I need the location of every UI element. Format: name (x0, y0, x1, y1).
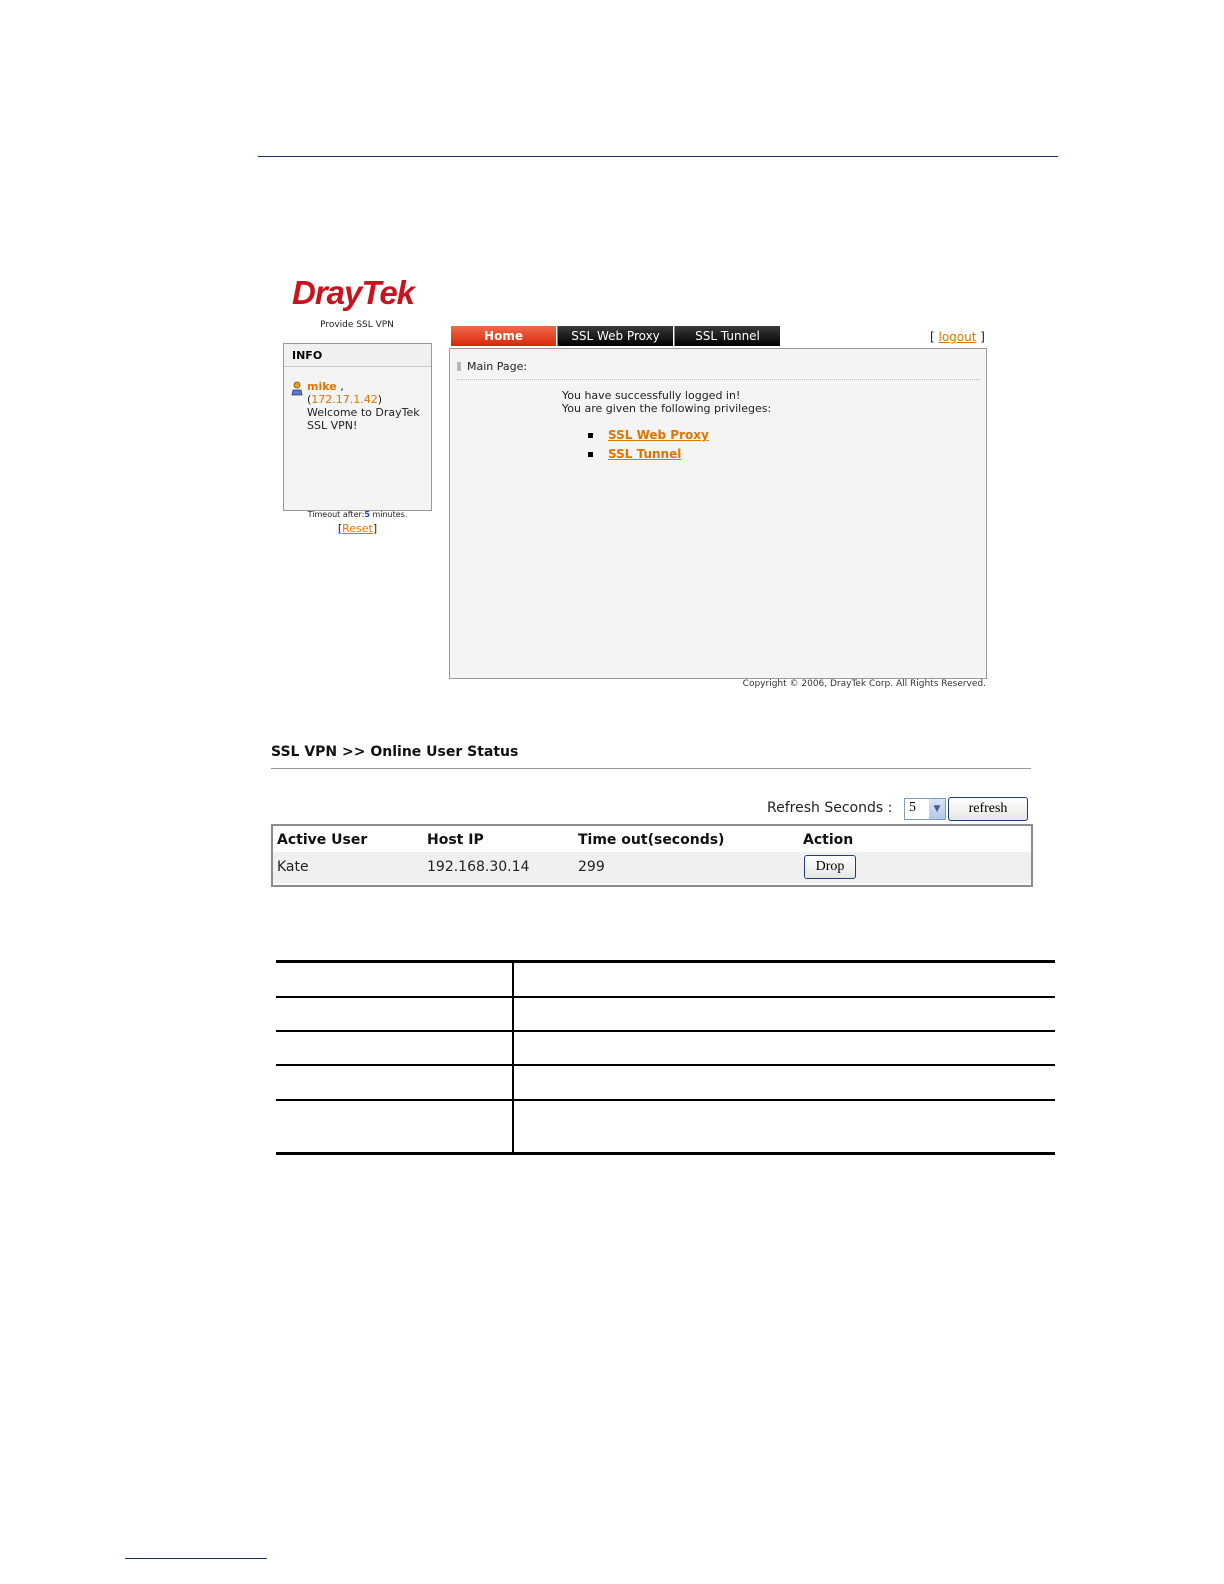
page-footer-rule (125, 1558, 267, 1559)
main-panel: Main Page: You have successfully logged … (449, 348, 987, 679)
cell-timeout: 299 (578, 859, 605, 875)
user-icon (291, 381, 303, 396)
refresh-button[interactable]: refresh (948, 797, 1028, 821)
table-row-divider (276, 1099, 1055, 1101)
welcome-line-2: SSL VPN! (307, 419, 358, 432)
timeout-notice: Timeout after:5 minutes. (283, 510, 432, 519)
label-marker-icon (457, 362, 461, 371)
login-message-1: You have successfully logged in! (562, 389, 741, 402)
column-header-active-user: Active User (277, 832, 368, 848)
logo-tagline: Provide SSL VPN (320, 320, 394, 330)
page-header-rule (258, 156, 1058, 157)
info-title: INFO (292, 349, 323, 362)
logout-wrapper: [ logout ] (930, 330, 985, 344)
username: mike (307, 380, 337, 393)
info-panel: INFO mike , (172.17.1.42) Welcome to Dra… (283, 343, 432, 511)
welcome-line-1: Welcome to DrayTek (307, 406, 420, 419)
list-item: SSL Tunnel (586, 445, 709, 464)
column-header-action: Action (803, 832, 854, 848)
column-header-host-ip: Host IP (427, 832, 484, 848)
privilege-link-ssl-web-proxy[interactable]: SSL Web Proxy (608, 428, 709, 442)
user-ip: 172.17.1.42 (311, 393, 378, 406)
reset-link[interactable]: Reset (342, 522, 373, 535)
table-row-divider (276, 1030, 1055, 1032)
privilege-link-ssl-tunnel[interactable]: SSL Tunnel (608, 447, 681, 461)
cell-host-ip: 192.168.30.14 (427, 859, 530, 875)
table-row: Kate 192.168.30.14 299 Drop (273, 852, 1031, 883)
tab-home[interactable]: Home (451, 326, 556, 346)
info-text: mike , (172.17.1.42) Welcome to DrayTek … (307, 380, 420, 432)
online-user-table: Active User Host IP Time out(seconds) Ac… (271, 824, 1033, 887)
refresh-seconds-value: 5 (909, 800, 916, 815)
timeout-suffix: minutes. (369, 510, 408, 519)
column-header-timeout: Time out(seconds) (578, 832, 725, 848)
cell-active-user: Kate (277, 859, 309, 875)
main-page-label-text: Main Page: (467, 360, 528, 373)
table-row-divider (276, 996, 1055, 998)
timeout-prefix: Timeout after: (307, 510, 365, 519)
title-divider (271, 768, 1031, 769)
online-status-title: SSL VPN >> Online User Status (271, 744, 519, 760)
refresh-seconds-label: Refresh Seconds : (767, 800, 893, 816)
tab-ssl-tunnel[interactable]: SSL Tunnel (674, 326, 780, 346)
drop-button[interactable]: Drop (804, 855, 856, 879)
login-message-2: You are given the following privileges: (562, 402, 772, 415)
copyright-text: Copyright © 2006, DrayTek Corp. All Righ… (742, 679, 986, 689)
draytek-logo: DrayTek (292, 274, 415, 311)
chevron-down-icon[interactable]: ▼ (929, 799, 945, 819)
refresh-seconds-select[interactable]: 5 ▼ (904, 798, 946, 820)
dotted-divider (457, 379, 979, 380)
logout-link[interactable]: logout (939, 330, 977, 344)
list-item: SSL Web Proxy (586, 426, 709, 445)
tab-ssl-web-proxy[interactable]: SSL Web Proxy (557, 326, 673, 346)
info-header: INFO (284, 344, 431, 367)
table-row-divider (276, 1064, 1055, 1066)
login-message: You have successfully logged in! You are… (562, 389, 771, 415)
description-table (276, 960, 1055, 1155)
reset-wrapper: [Reset] (337, 522, 378, 535)
table-column-divider (512, 963, 514, 1152)
privilege-list: SSL Web Proxy SSL Tunnel (586, 426, 709, 464)
main-page-label: Main Page: (457, 360, 527, 373)
